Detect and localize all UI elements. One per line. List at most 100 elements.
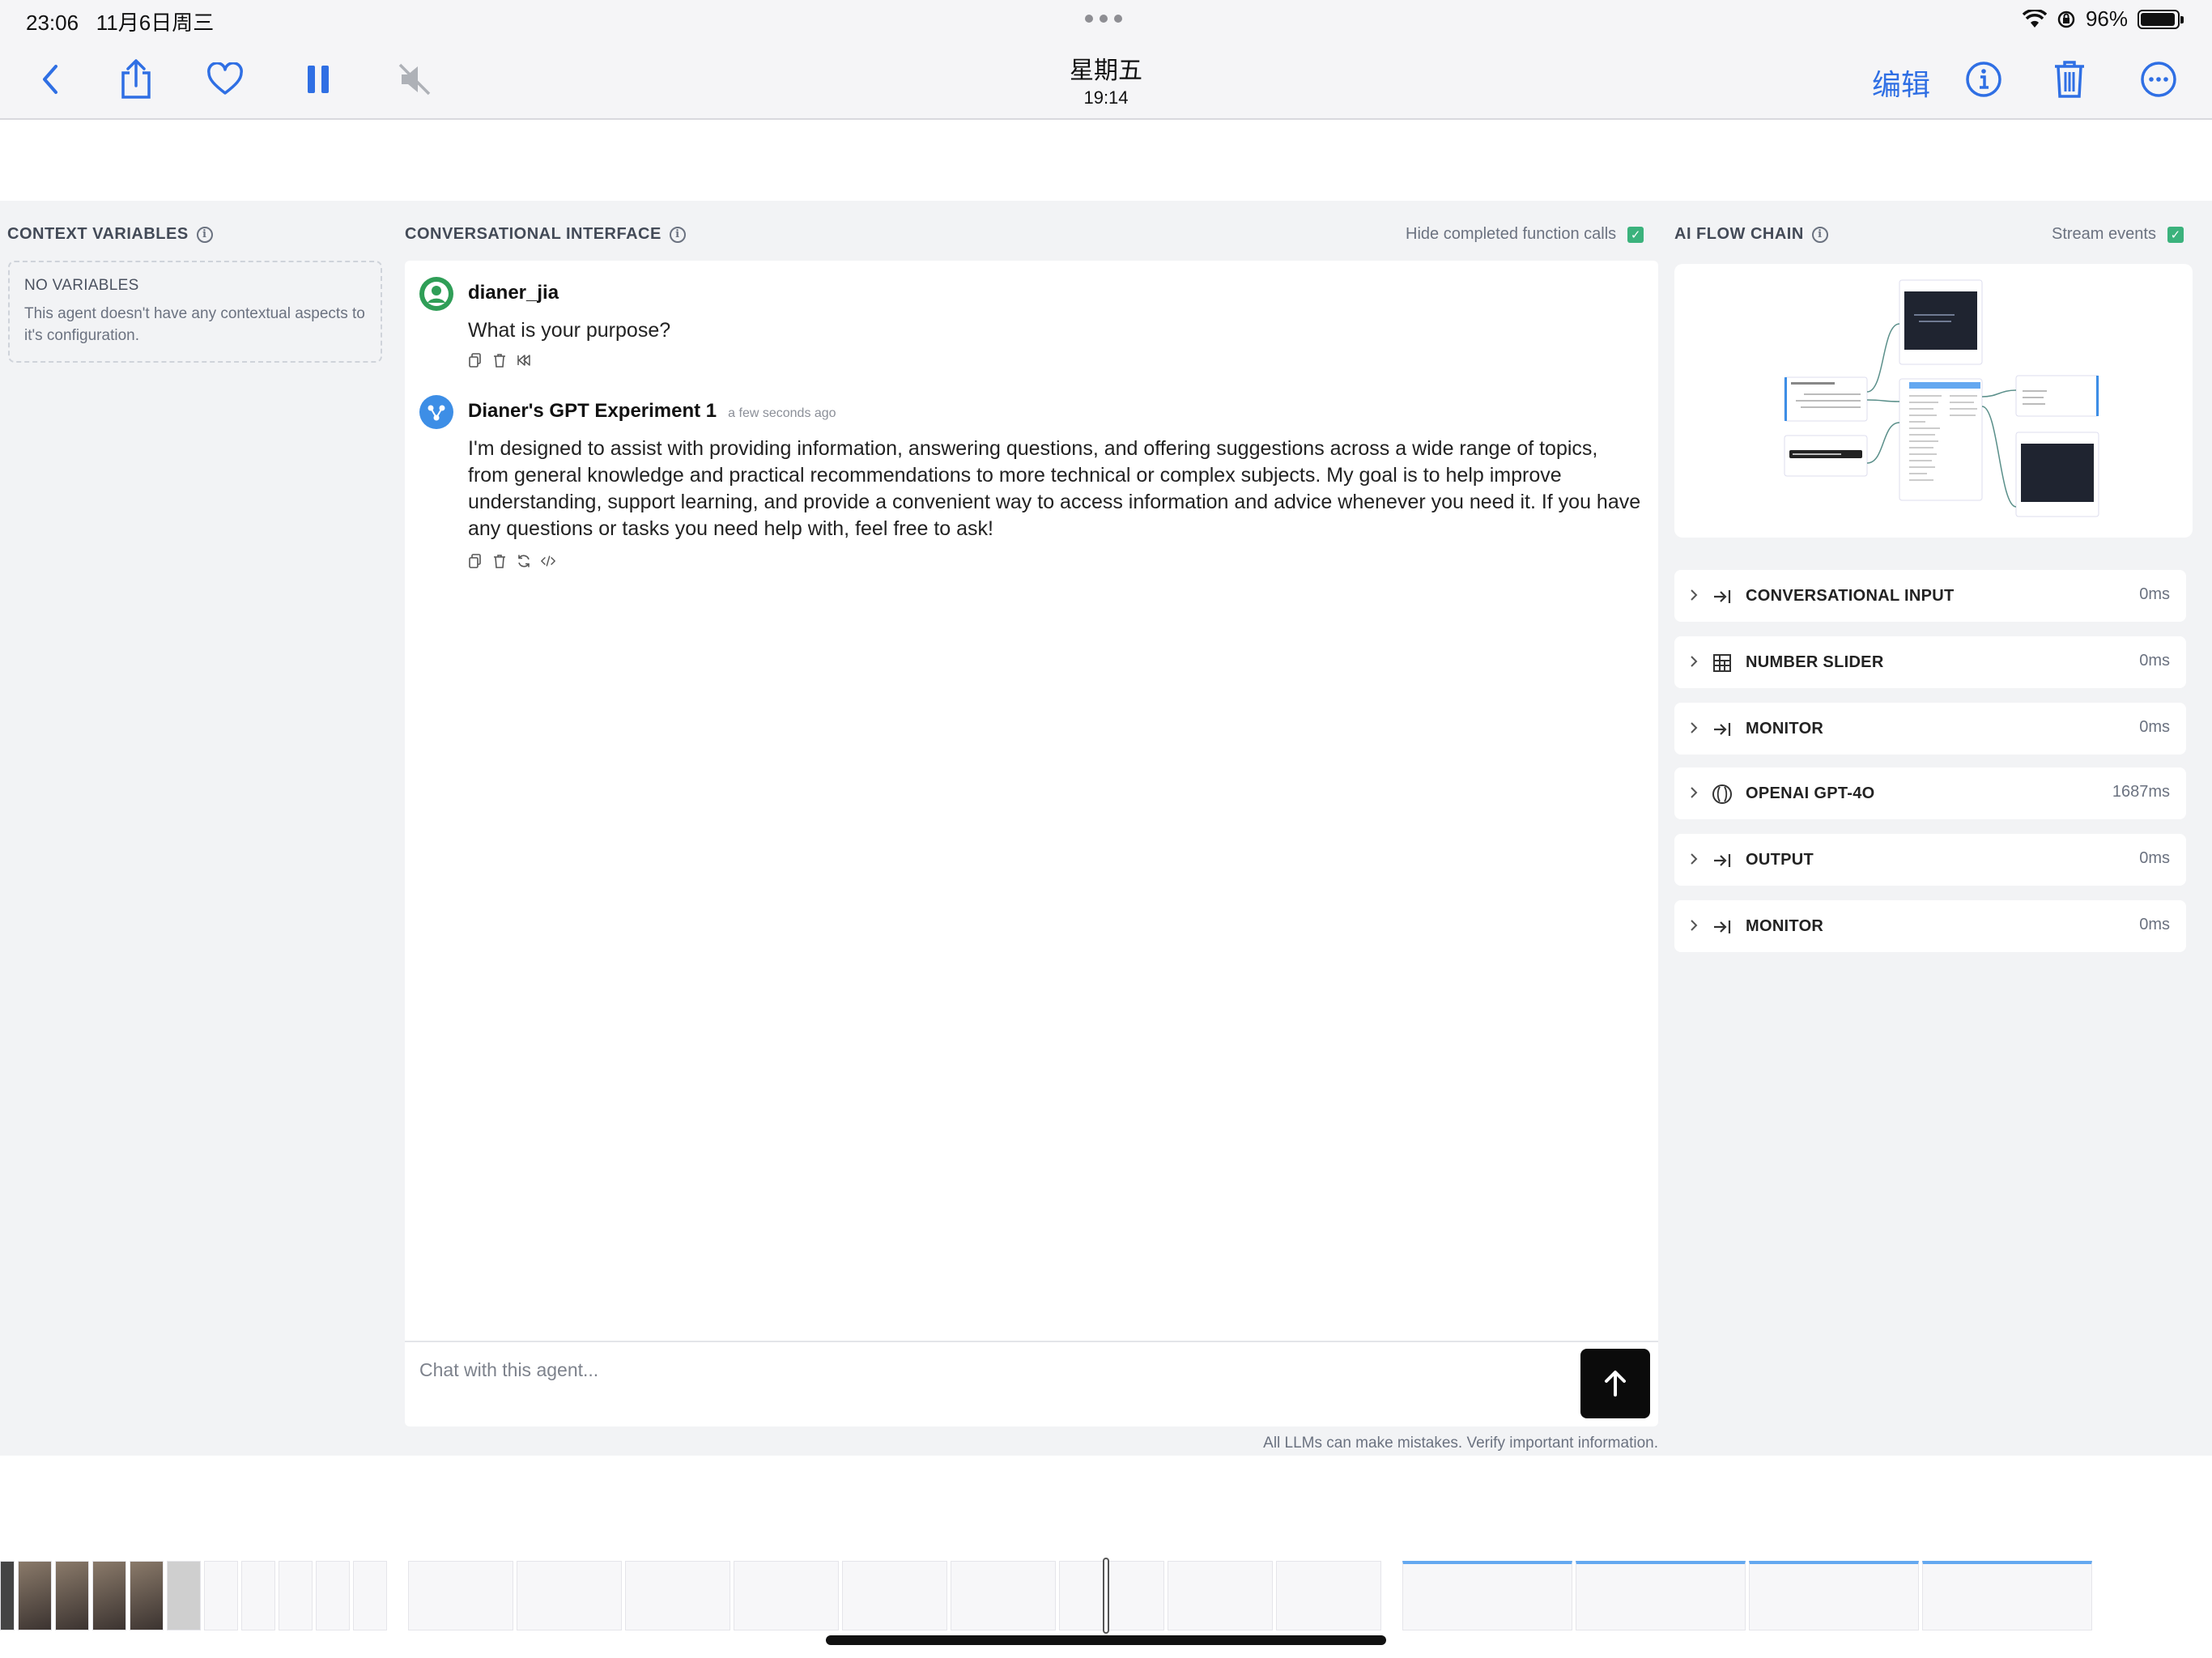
chevron-right-icon	[1691, 853, 1698, 865]
filmstrip-thumbnail[interactable]	[241, 1561, 275, 1630]
flow-diagram-preview[interactable]	[1674, 264, 2193, 538]
rewind-icon[interactable]	[517, 353, 531, 368]
chat-input-bar	[405, 1341, 1658, 1426]
grid-icon	[1712, 653, 1733, 674]
user-icon	[424, 282, 449, 306]
date-text: 11月6日周三	[96, 11, 215, 35]
ai-flow-chain-title: AI FLOW CHAIN	[1674, 225, 1804, 243]
copy-icon[interactable]	[468, 554, 483, 568]
agent-icon	[428, 405, 445, 421]
message-author: Dianer's GPT Experiment 1a few seconds a…	[468, 400, 836, 422]
message-timestamp: a few seconds ago	[728, 406, 836, 420]
flow-step-name: MONITOR	[1746, 917, 1824, 935]
filmstrip-thumbnail[interactable]	[1402, 1561, 1572, 1630]
filmstrip-thumbnail[interactable]	[842, 1561, 947, 1630]
home-indicator[interactable]	[826, 1635, 1386, 1645]
filmstrip-thumbnail[interactable]	[1059, 1561, 1164, 1630]
status-bar: 23:06 11月6日周三 96%	[0, 0, 2212, 39]
filmstrip-thumbnail[interactable]	[204, 1561, 238, 1630]
filmstrip-thumbnail[interactable]	[130, 1561, 164, 1630]
openai-icon	[1712, 784, 1733, 805]
filmstrip-thumbnail[interactable]	[167, 1561, 201, 1630]
hide-function-calls-toggle[interactable]: Hide completed function calls ✓	[1406, 225, 1644, 244]
info-icon[interactable]: i	[196, 226, 213, 243]
no-variables-text: This agent doesn't have any contextual a…	[24, 305, 365, 344]
filmstrip-thumbnail[interactable]	[353, 1561, 387, 1630]
filmstrip-thumbnail[interactable]	[1749, 1561, 1919, 1630]
code-icon[interactable]	[541, 554, 555, 568]
chat-message-user: dianer_jia What is your purpose?	[419, 277, 1634, 368]
user-avatar	[419, 277, 453, 311]
chevron-right-icon	[1691, 787, 1698, 798]
flow-step-conversational-input[interactable]: CONVERSATIONAL INPUT 0ms	[1674, 570, 2186, 622]
filmstrip-thumbnail[interactable]	[625, 1561, 730, 1630]
arrow-to-line-icon	[1712, 719, 1733, 740]
info-icon[interactable]: i	[1811, 226, 1828, 243]
battery-percent: 96%	[2085, 6, 2128, 31]
filmstrip-thumbnail[interactable]	[951, 1561, 1056, 1630]
filmstrip-thumbnail[interactable]	[408, 1561, 513, 1630]
stream-events-toggle[interactable]: Stream events ✓	[2052, 225, 2184, 244]
nav-bar: 星期五 19:14 编辑	[0, 39, 2212, 120]
flow-step-monitor[interactable]: MONITOR 0ms	[1674, 900, 2186, 952]
flow-step-name: NUMBER SLIDER	[1746, 653, 1884, 671]
flow-step-name: MONITOR	[1746, 720, 1824, 738]
filmstrip-thumbnail[interactable]	[734, 1561, 839, 1630]
flow-step-duration: 0ms	[2139, 652, 2170, 670]
orientation-lock-icon	[2057, 11, 2075, 28]
filmstrip-thumbnail[interactable]	[1276, 1561, 1381, 1630]
filmstrip-thumbnail[interactable]	[0, 1561, 15, 1630]
stream-events-checkbox[interactable]: ✓	[2167, 226, 2184, 243]
message-text: I'm designed to assist with providing in…	[468, 437, 1641, 540]
message-actions	[468, 554, 555, 568]
context-variables-header: CONTEXT VARIABLES i	[7, 225, 213, 244]
regenerate-icon[interactable]	[517, 554, 531, 568]
flow-step-duration: 0ms	[2139, 585, 2170, 603]
flow-step-monitor[interactable]: MONITOR 0ms	[1674, 703, 2186, 755]
flow-step-duration: 0ms	[2139, 718, 2170, 736]
flow-step-name: OUTPUT	[1746, 851, 1814, 869]
trash-icon[interactable]	[492, 554, 507, 568]
more-button[interactable]	[2136, 57, 2181, 102]
llm-disclaimer: All LLMs can make mistakes. Verify impor…	[1263, 1435, 1658, 1452]
battery-icon	[2138, 9, 2184, 29]
filmstrip-thumbnail[interactable]	[55, 1561, 89, 1630]
context-variables-title: CONTEXT VARIABLES	[7, 225, 189, 243]
chevron-right-icon	[1691, 920, 1698, 931]
edit-button[interactable]: 编辑	[1872, 62, 1930, 104]
filmstrip-thumbnail[interactable]	[92, 1561, 126, 1630]
chat-panel: dianer_jia What is your purpose? Dianer'…	[405, 261, 1658, 1426]
agent-workspace: CONTEXT VARIABLES i NO VARIABLES This ag…	[0, 201, 2212, 1456]
trash-icon[interactable]	[492, 353, 507, 368]
copy-icon[interactable]	[468, 353, 483, 368]
filmstrip-thumbnail[interactable]	[316, 1561, 350, 1630]
info-icon[interactable]: i	[669, 226, 686, 243]
info-button[interactable]	[1961, 57, 2006, 102]
trash-icon	[2055, 61, 2084, 98]
clock-text: 23:06	[26, 11, 79, 35]
multitasking-dots-icon[interactable]	[1085, 15, 1122, 23]
chat-input[interactable]	[419, 1354, 1472, 1386]
filmstrip-thumbnail[interactable]	[517, 1561, 622, 1630]
no-variables-box: NO VARIABLES This agent doesn't have any…	[8, 261, 382, 363]
filmstrip-thumbnail[interactable]	[1168, 1561, 1273, 1630]
message-author: dianer_jia	[468, 282, 559, 304]
conversational-interface-title: CONVERSATIONAL INTERFACE	[405, 225, 661, 243]
send-button[interactable]	[1580, 1349, 1650, 1418]
filmstrip-thumbnail[interactable]	[18, 1561, 52, 1630]
hide-function-calls-label: Hide completed function calls	[1406, 225, 1617, 243]
flow-step-openai-gpt-4o[interactable]: OPENAI GPT-4O 1687ms	[1674, 767, 2186, 819]
flow-step-output[interactable]: OUTPUT 0ms	[1674, 834, 2186, 886]
flow-step-name: OPENAI GPT-4O	[1746, 784, 1875, 802]
chevron-right-icon	[1691, 656, 1698, 667]
hide-function-calls-checkbox[interactable]: ✓	[1627, 226, 1644, 243]
stream-events-label: Stream events	[2052, 225, 2156, 243]
delete-button[interactable]	[2047, 57, 2092, 102]
flow-step-number-slider[interactable]: NUMBER SLIDER 0ms	[1674, 636, 2186, 688]
page-header-spacer	[0, 121, 2212, 201]
chat-message-agent: Dianer's GPT Experiment 1a few seconds a…	[419, 395, 1640, 581]
filmstrip-thumbnail[interactable]	[1922, 1561, 2092, 1630]
playhead-handle[interactable]	[1103, 1558, 1109, 1634]
filmstrip-thumbnail[interactable]	[1576, 1561, 1746, 1630]
filmstrip-thumbnail[interactable]	[279, 1561, 313, 1630]
